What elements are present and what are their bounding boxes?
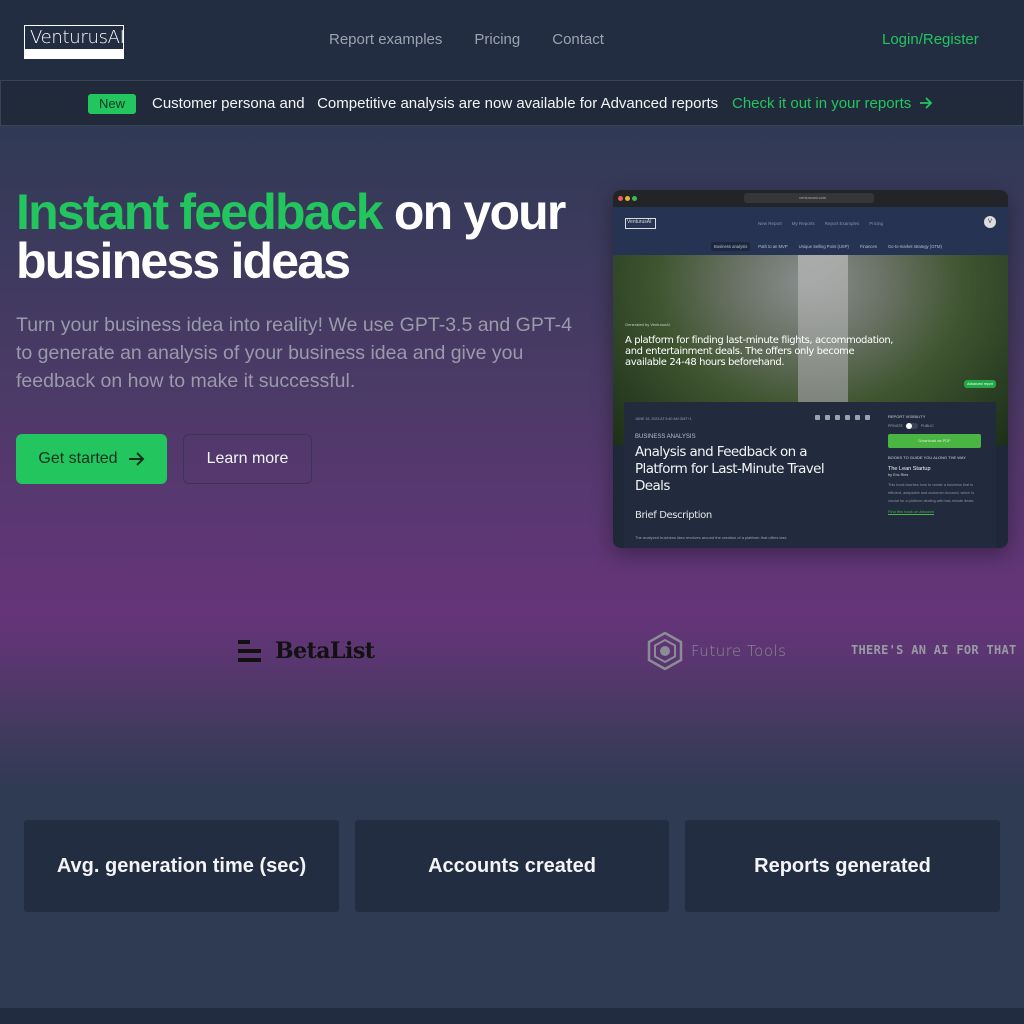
stat-label: Accounts created [428,854,596,877]
hexagon-logo-icon [647,632,683,670]
site-header: VenturusAI Report examples Pricing Conta… [0,0,1024,80]
hero-title: Instant feedback on your business ideas [16,187,616,289]
minimize-dot-icon [625,196,630,201]
stat-card-accounts-created: Accounts created [355,820,669,912]
preview-tab: Finances [859,244,877,249]
preview-nav-links: New Report My Reports Report Examples Pr… [758,221,883,226]
nav-report-examples[interactable]: Report examples [329,31,442,48]
nav-contact[interactable]: Contact [552,31,604,48]
close-dot-icon [618,196,623,201]
advanced-report-badge: Advanced report [964,380,996,388]
visibility-toggle [905,423,918,429]
preview-nav-item: New Report [758,221,782,226]
hero-title-line2: business ideas [16,233,351,289]
preview-generated-by: Generated by VenturusAI [625,322,670,327]
logo-text: VenturusAI [30,27,125,48]
stat-label: Avg. generation time (sec) [56,854,307,877]
preview-report-card: JUNE 19, 2023 AT 9:40 AM GMT+1 BUSINESS … [624,402,996,548]
maximize-dot-icon [632,196,637,201]
preview-tab: Path to an MVP [758,244,788,249]
reddit-icon [815,415,820,420]
amazon-link: Find this book on Amazon [888,509,935,514]
preview-section-title: Brief Description [635,510,712,521]
check-reports-link[interactable]: Check it out in your reports [732,95,933,112]
visibility-label: REPORT VISIBILITY [888,414,926,419]
preview-nav-item: Pricing [869,221,884,226]
arrow-right-icon [920,97,933,109]
private-label: PRIVATE [888,424,903,428]
preview-nav-item: My Reports [791,221,815,226]
preview-category: BUSINESS ANALYSIS [635,434,696,440]
visibility-toggle-row: PRIVATE PUBLIC [888,423,984,429]
book-description: This book teaches how to create a busine… [888,483,975,503]
get-started-label: Get started [38,450,118,467]
preview-nav: VenturusAI New Report My Reports Report … [613,207,1008,239]
preview-title: Analysis and Feedback on a Platform for … [635,444,825,494]
nav-pricing[interactable]: Pricing [474,31,520,48]
preview-tab: Business analysis [711,242,751,251]
login-register-link[interactable]: Login/Register [882,31,979,48]
hero-title-rest: on your [381,184,567,240]
announcement-banner: New Customer persona and Competitive ana… [0,80,1024,126]
theres-an-ai-for-that-logo[interactable]: THERE'S AN AI FOR THAT [851,643,1017,657]
betalist-icon [238,639,261,663]
get-started-button[interactable]: Get started [16,434,167,484]
arrow-right-icon [128,452,144,466]
betalist-logo[interactable]: BetaList [238,638,375,664]
learn-more-button[interactable]: Learn more [183,434,312,484]
footer-edge [0,1008,1024,1024]
futuretools-logo[interactable]: Future Tools [647,632,787,670]
stat-card-avg-generation-time: Avg. generation time (sec) [24,820,339,912]
main-nav: Report examples Pricing Contact [329,31,604,48]
url-bar: venturusai.com [744,193,874,203]
public-label: PUBLIC [920,424,934,428]
product-preview-image: venturusai.com VenturusAI New Report My … [613,190,1008,548]
share-icons [815,415,870,420]
hero-subtitle: Turn your business idea into reality! We… [16,314,573,392]
preview-sidebar: REPORT VISIBILITY PRIVATE PUBLIC Downloa… [888,414,984,514]
preview-tab: Go-to-market strategy (GTM) [887,244,942,249]
logo-underline [25,49,123,58]
book-title: The Lean Startup [888,466,931,472]
check-reports-label: Check it out in your reports [732,95,912,112]
twitter-icon [825,415,830,420]
preview-tab: Unique Selling Point (USP) [798,244,849,249]
linkedin-icon [845,415,850,420]
learn-more-label: Learn more [206,450,289,467]
futuretools-text: Future Tools [691,642,787,660]
books-label: BOOKS TO GUIDE YOU ALONG THE WAY [888,455,966,460]
new-badge: New [88,94,136,114]
preview-nav-item: Report Examples [824,221,860,226]
stat-card-reports-generated: Reports generated [685,820,1000,912]
stat-label: Reports generated [754,854,931,877]
logo[interactable]: VenturusAI [24,25,125,59]
facebook-icon [835,415,840,420]
preview-avatar: V [984,216,996,228]
preview-tabs: Business analysis Path to an MVP Unique … [613,239,1008,255]
download-pdf-button: Download as PDF [888,434,981,448]
betalist-text: BetaList [275,638,375,664]
email-icon [855,415,860,420]
hero-title-highlight: Instant feedback [16,184,384,240]
preview-date: JUNE 19, 2023 AT 9:40 AM GMT+1 [635,417,692,421]
banner-text: Customer persona and Competitive analysi… [152,95,719,112]
book-author: by Eric Ries [888,473,909,477]
preview-description: The analyzed business idea revolves arou… [635,535,788,540]
browser-chrome: venturusai.com [613,190,1008,207]
link-icon [865,415,870,420]
preview-headline: A platform for finding last-minute fligh… [625,335,894,368]
preview-logo: VenturusAI [625,218,656,229]
